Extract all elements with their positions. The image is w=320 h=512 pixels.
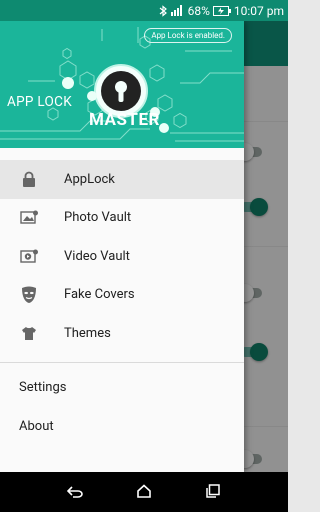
- home-button[interactable]: [131, 479, 157, 505]
- bluetooth-icon: [159, 4, 168, 17]
- menu-item-label: Themes: [64, 325, 111, 341]
- shirt-icon: [19, 323, 39, 343]
- recents-button[interactable]: [200, 479, 226, 505]
- status-bar: 68% 10:07 pm: [0, 0, 288, 21]
- menu-item-label: Settings: [19, 380, 67, 396]
- brand-title-line1: APP LOCK: [7, 94, 72, 110]
- menu-item-video-vault[interactable]: Video Vault: [0, 237, 244, 276]
- menu-divider: [0, 361, 244, 363]
- clock: 10:07 pm: [233, 3, 284, 18]
- menu-item-themes[interactable]: Themes: [0, 314, 244, 353]
- brand-title-line2: MASTER: [89, 110, 160, 130]
- mask-icon: [19, 285, 39, 305]
- menu-item-photo-vault[interactable]: Photo Vault: [0, 199, 244, 238]
- back-button[interactable]: [62, 479, 88, 505]
- menu-item-label: Fake Covers: [64, 287, 135, 303]
- menu-item-label: Photo Vault: [64, 210, 132, 226]
- back-icon: [66, 483, 83, 502]
- drawer-menu: AppLock Photo Vault Video Vault Fake Cov…: [0, 160, 244, 446]
- battery-icon: [212, 5, 231, 16]
- photo-vault-icon: [19, 208, 39, 228]
- recents-icon: [206, 483, 221, 502]
- menu-item-applock[interactable]: AppLock: [0, 160, 244, 199]
- menu-item-about[interactable]: About: [0, 407, 244, 446]
- app-lock-status-pill: App Lock is enabled.: [144, 28, 232, 43]
- lock-icon: [19, 169, 39, 189]
- navigation-drawer: App Lock is enabled. APP LOCK MASTER App…: [0, 21, 244, 472]
- video-vault-icon: [19, 246, 39, 266]
- menu-item-label: AppLock: [64, 171, 115, 187]
- system-nav-bar: [0, 472, 288, 512]
- home-icon: [136, 483, 152, 502]
- battery-percent: 68%: [187, 3, 210, 18]
- menu-item-label: Video Vault: [64, 248, 130, 264]
- drawer-header: App Lock is enabled. APP LOCK MASTER: [0, 21, 244, 148]
- menu-item-fake-covers[interactable]: Fake Covers: [0, 276, 244, 315]
- signal-icon: [170, 5, 185, 16]
- menu-item-label: About: [19, 418, 54, 434]
- menu-item-settings[interactable]: Settings: [0, 369, 244, 408]
